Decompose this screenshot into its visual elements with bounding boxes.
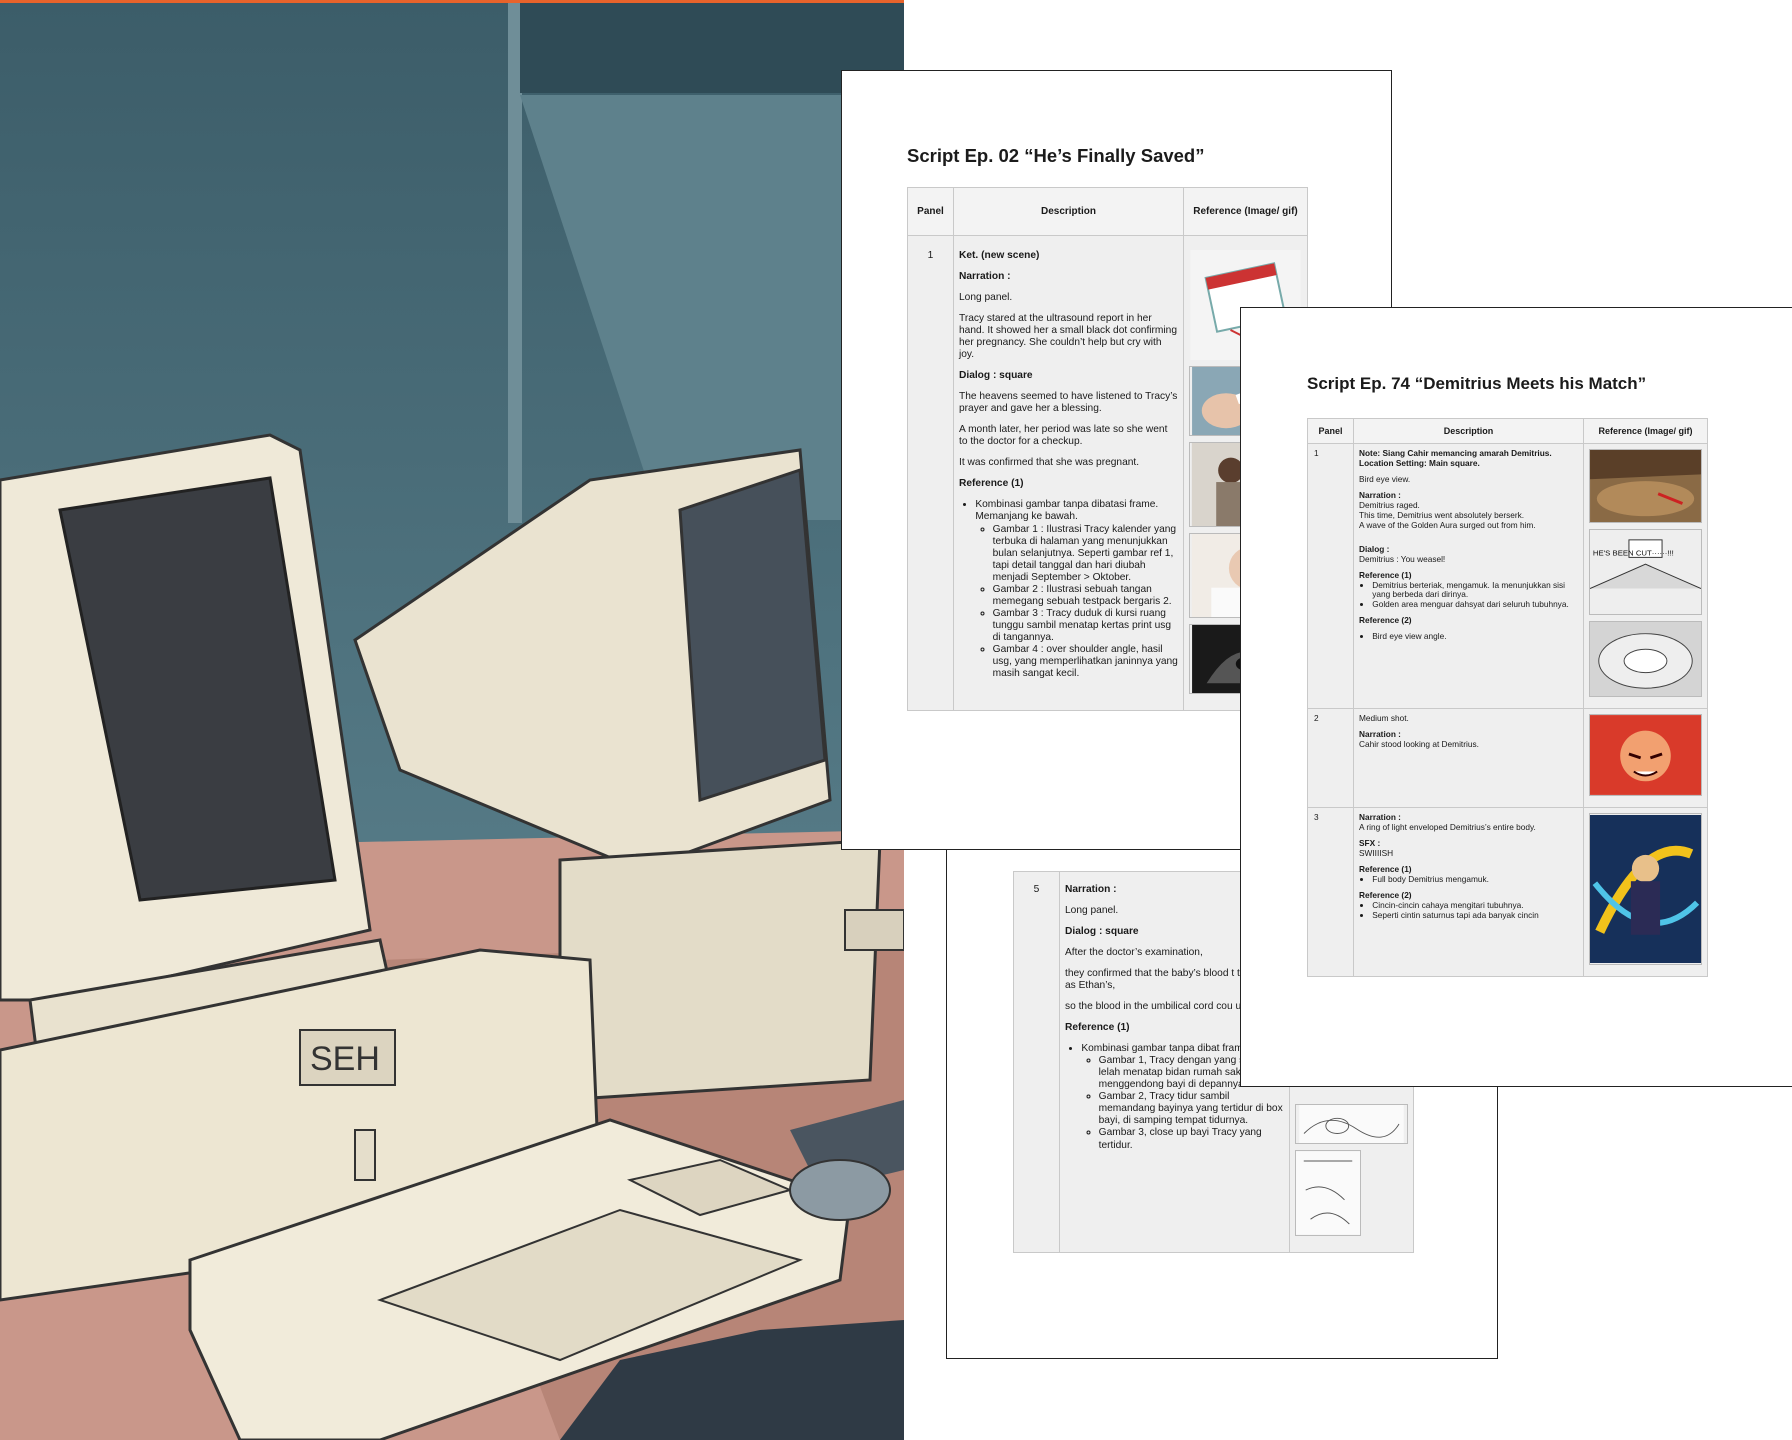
- scene-label: Ket. (new scene): [959, 250, 1040, 261]
- narration-line: Cahir stood looking at Demitrius.: [1359, 738, 1479, 749]
- column-header-panel: Panel: [907, 187, 954, 236]
- arena-reference-image: [1589, 449, 1702, 523]
- golden-aura-reference-image: [1589, 813, 1702, 965]
- svg-text:SEH: SEH: [310, 1040, 380, 1078]
- dialog-label: Dialog : square: [959, 370, 1033, 382]
- list-item: Gambar 2, Tracy tidur sambil memandang b…: [1099, 1091, 1284, 1127]
- list-item: Seperti cintin saturnus tapi ada banyak …: [1372, 910, 1578, 921]
- list-item-text: Kombinasi gambar tanpa dibatasi frame. M…: [975, 499, 1159, 523]
- column-header-reference: Reference (Image/ gif): [1183, 187, 1308, 236]
- reference-images: HE'S BEEN CUT······!!!: [1583, 443, 1708, 709]
- dialog-line: It was confirmed that she was pregnant.: [959, 457, 1140, 469]
- reference-images: [1583, 807, 1708, 977]
- list-item-text: Kombinasi gambar tanpa dibat frame.: [1081, 1043, 1252, 1055]
- list-item: Gambar 1 : Ilustrasi Tracy kalender yang…: [993, 524, 1178, 584]
- reference-list: Bird eye view angle.: [1359, 631, 1578, 642]
- list-item: Bird eye view angle.: [1372, 631, 1578, 642]
- column-header-description: Description: [953, 187, 1184, 236]
- reference-label: Reference (1): [959, 478, 1024, 490]
- reference-list: Full body Demitrius mengamuk.: [1359, 874, 1578, 885]
- list-item: Kombinasi gambar tanpa dibatasi frame. M…: [975, 499, 1178, 679]
- reference-sketch: [1295, 1104, 1408, 1144]
- reference-list: Cincin-cincin cahaya mengitari tubuhnya.…: [1359, 900, 1578, 921]
- shot-type: Medium shot.: [1359, 713, 1409, 723]
- panel-number: 3: [1307, 807, 1354, 977]
- column-header-reference: Reference (Image/ gif): [1583, 418, 1708, 444]
- column-header-panel: Panel: [1307, 418, 1354, 444]
- script-page-ep74: Script Ep. 74 “Demitrius Meets his Match…: [1240, 307, 1792, 1087]
- panel-description: Ket. (new scene) Narration : Long panel.…: [953, 235, 1184, 711]
- reference-label: Reference (2): [1359, 615, 1412, 626]
- retro-computer-illustration: SEH: [0, 0, 904, 1440]
- panel-number: 1: [907, 235, 954, 711]
- list-item: Demitrius berteriak, mengamuk. Ia menunj…: [1372, 580, 1578, 601]
- panel-number: 2: [1307, 708, 1354, 808]
- dialog-line: Demitrius : You weasel!: [1359, 553, 1446, 564]
- document-title: Script Ep. 74 “Demitrius Meets his Match…: [1307, 374, 1647, 393]
- manga-sfx-text: HE'S BEEN CUT······!!!: [1593, 548, 1674, 557]
- list-item: Full body Demitrius mengamuk.: [1372, 874, 1578, 885]
- panel-number: 5: [1013, 871, 1060, 1253]
- document-title: Script Ep. 02 “He’s Finally Saved”: [907, 145, 1205, 166]
- table-row: 3 Narration : A ring of light enveloped …: [1307, 807, 1708, 977]
- reference-sketch: [1295, 1150, 1361, 1236]
- reference-images: [1583, 708, 1708, 808]
- dialog-line: A month later, her period was late so sh…: [959, 424, 1168, 448]
- narration-line: A wave of the Golden Aura surged out fro…: [1359, 519, 1536, 530]
- panel-description: Medium shot. Narration : Cahir stood loo…: [1353, 708, 1584, 808]
- list-item: Golden area menguar dahsyat dari seluruh…: [1372, 599, 1578, 610]
- sfx-text: SWIIIISH: [1359, 847, 1394, 858]
- column-header-description: Description: [1353, 418, 1584, 444]
- shot-type: Bird eye view.: [1359, 473, 1411, 484]
- shot-type: Long panel.: [959, 292, 1013, 304]
- narration-label: Narration :: [959, 271, 1011, 283]
- narration-text: Tracy stared at the ultrasound report in…: [959, 313, 1178, 361]
- list-item: Gambar 3 : Tracy duduk di kursi ruang tu…: [993, 608, 1178, 644]
- angry-character-reference-image: [1589, 714, 1702, 796]
- panel-description: Note: Siang Cahir memancing amarah Demit…: [1353, 443, 1584, 709]
- bird-eye-reference-image: [1589, 621, 1702, 697]
- manga-crowd-reference-image: HE'S BEEN CUT······!!!: [1589, 529, 1702, 615]
- panel-description: Narration : A ring of light enveloped De…: [1353, 807, 1584, 977]
- computers-scene: SEH: [0, 3, 904, 1440]
- dialog-line: The heavens seemed to have listened to T…: [959, 391, 1178, 415]
- table-header-row: Panel Description Reference (Image/ gif): [907, 187, 1308, 236]
- list-item: Gambar 2 : Ilustrasi sebuah tangan memeg…: [993, 584, 1178, 608]
- list-item: Gambar 3, close up bayi Tracy yang terti…: [1099, 1127, 1284, 1151]
- accent-bar: [0, 0, 904, 3]
- panel-number: 1: [1307, 443, 1354, 709]
- script-table: Panel Description Reference (Image/ gif)…: [1307, 418, 1708, 977]
- table-row: 1 Note: Siang Cahir memancing amarah Dem…: [1307, 443, 1708, 709]
- table-row: 2 Medium shot. Narration : Cahir stood l…: [1307, 708, 1708, 808]
- location-line: Location Setting: Main square.: [1359, 457, 1480, 468]
- reference-list: Kombinasi gambar tanpa dibatasi frame. M…: [959, 499, 1178, 679]
- sub-list: Gambar 1 : Ilustrasi Tracy kalender yang…: [975, 524, 1178, 680]
- table-header-row: Panel Description Reference (Image/ gif): [1307, 418, 1708, 444]
- narration-line: A ring of light enveloped Demitrius’s en…: [1359, 821, 1536, 832]
- reference-list: Demitrius berteriak, mengamuk. Ia menunj…: [1359, 580, 1578, 611]
- list-item: Gambar 4 : over shoulder angle, hasil us…: [993, 644, 1178, 680]
